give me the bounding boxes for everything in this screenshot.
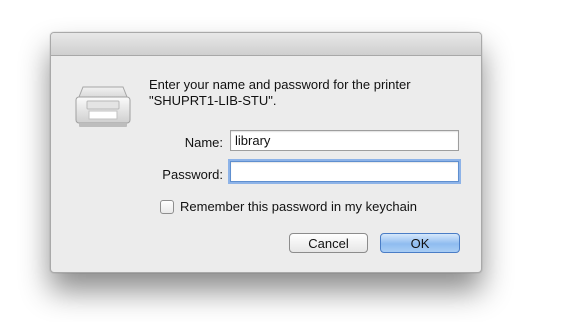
dialog-titlebar[interactable] xyxy=(51,33,481,56)
message-line-1: Enter your name and password for the pri… xyxy=(149,77,411,92)
screen-background: Enter your name and password for the pri… xyxy=(0,0,567,322)
printer-icon xyxy=(73,83,133,131)
password-field[interactable] xyxy=(230,161,459,182)
name-label: Name: xyxy=(184,135,223,150)
message-line-2: "SHUPRT1-LIB-STU". xyxy=(149,93,277,108)
cancel-button-label: Cancel xyxy=(308,235,349,251)
remember-password-checkbox[interactable] xyxy=(160,199,174,214)
dialog-message: Enter your name and password for the pri… xyxy=(149,77,469,109)
name-field[interactable] xyxy=(230,130,459,151)
cancel-button[interactable]: Cancel xyxy=(289,233,368,253)
ok-button-label: OK xyxy=(410,235,430,251)
printer-auth-dialog: Enter your name and password for the pri… xyxy=(50,32,482,273)
remember-password-label: Remember this password in my keychain xyxy=(180,199,417,214)
password-label: Password: xyxy=(162,167,223,182)
remember-password-option[interactable]: Remember this password in my keychain xyxy=(160,199,417,214)
ok-button[interactable]: OK xyxy=(380,233,460,253)
